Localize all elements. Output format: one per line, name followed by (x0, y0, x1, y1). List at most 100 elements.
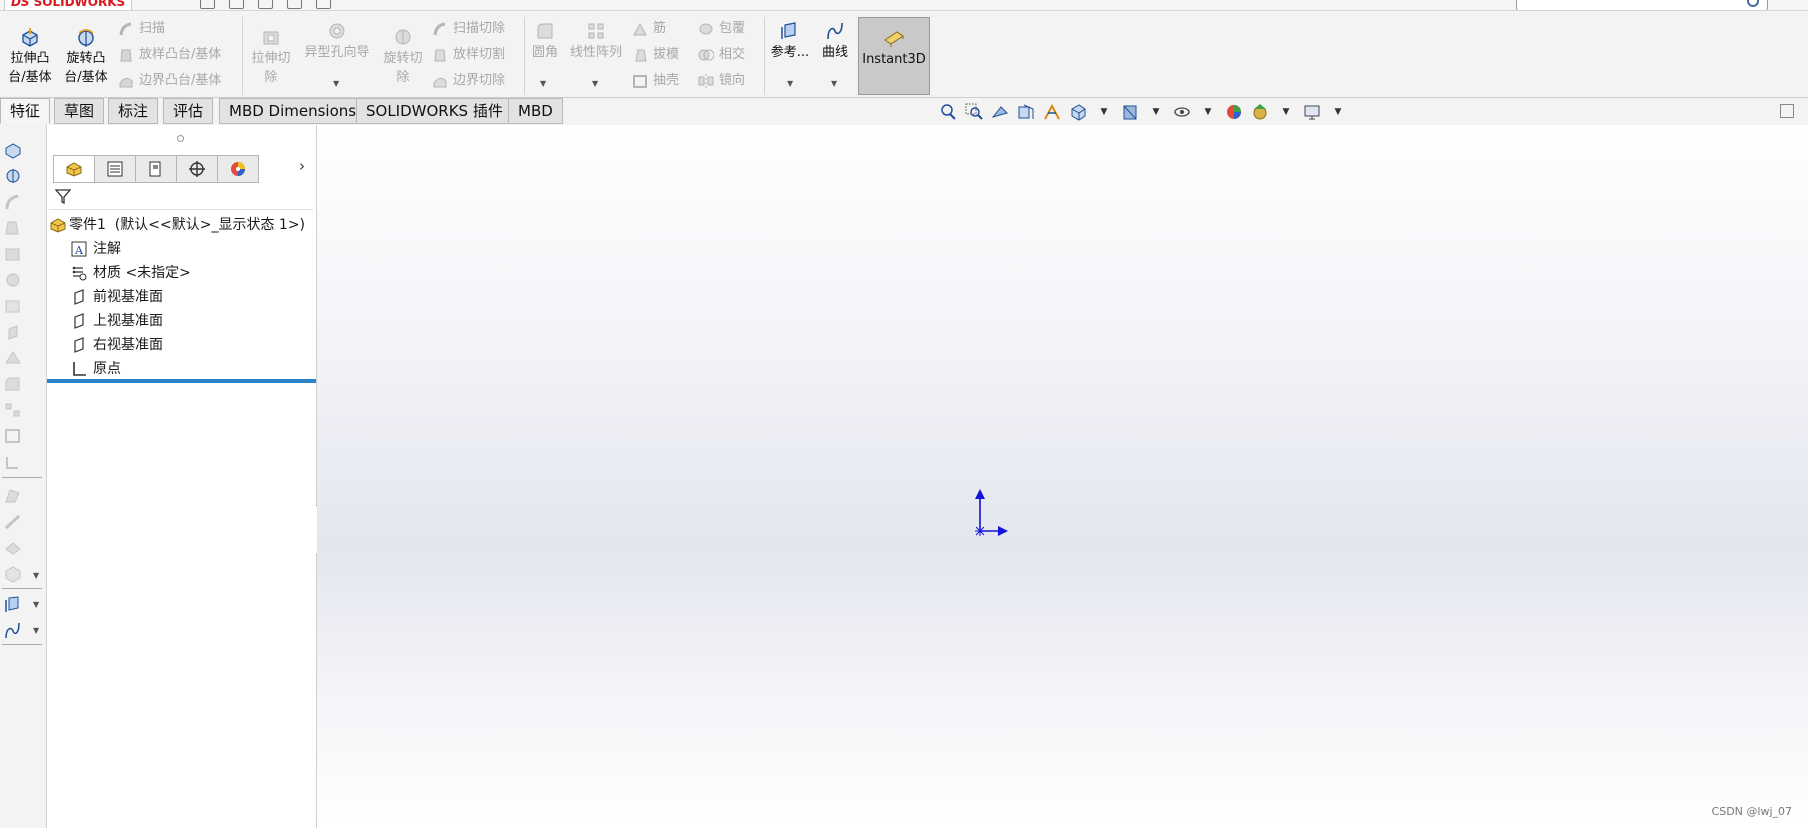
tree-item-part-root[interactable]: 零件1 (默认<<默认>_显示状态 1>) (49, 214, 305, 236)
revolve-boss-icon[interactable] (3, 167, 23, 185)
sweep-icon[interactable] (3, 193, 23, 211)
filter-icon[interactable] (55, 188, 71, 204)
extrude-boss-button[interactable]: 拉伸凸 台/基体 (4, 27, 56, 87)
view-settings-dropdown-icon[interactable]: ▼ (1328, 103, 1348, 121)
boundary-boss-button[interactable]: 边界凸台/基体 (118, 71, 221, 91)
loft-boss-icon[interactable] (3, 219, 23, 237)
more-tabs-chevron-icon[interactable]: › (299, 157, 305, 175)
mirror-icon[interactable] (3, 565, 23, 583)
rib-button[interactable]: 筋 (632, 19, 666, 39)
hole-wizard-icon[interactable] (3, 271, 23, 289)
hole-wizard-dropdown-icon[interactable]: ▼ (333, 79, 339, 88)
save-icon[interactable] (258, 0, 273, 9)
curves-icon[interactable] (3, 621, 23, 639)
tree-item-material[interactable]: 材质 <未指定> (71, 262, 191, 284)
panel-grip-icon[interactable] (177, 135, 184, 142)
tab-mbd[interactable]: MBD (508, 98, 563, 124)
tab-property-manager[interactable] (94, 155, 136, 183)
reference-dropdown-icon[interactable]: ▼ (787, 79, 793, 88)
more-features-dropdown-icon[interactable]: ▼ (33, 571, 39, 580)
swept-cut-button[interactable]: 扫描切除 (432, 19, 505, 39)
tree-item-origin[interactable]: 原点 (71, 358, 121, 380)
rib-icon[interactable] (3, 513, 23, 531)
zoom-to-fit-icon[interactable] (938, 103, 958, 121)
boundary-cut-button[interactable]: 边界切除 (432, 71, 505, 91)
apply-scene-dropdown-icon[interactable]: ▼ (1276, 103, 1296, 121)
tree-filter[interactable] (49, 183, 313, 210)
display-style-dropdown-icon[interactable]: ▼ (1146, 103, 1166, 121)
zoom-to-area-icon[interactable] (964, 103, 984, 121)
hide-show-dropdown-icon[interactable]: ▼ (1198, 103, 1218, 121)
wrap-icon[interactable] (3, 453, 23, 471)
tab-display-manager[interactable] (217, 155, 259, 183)
tree-item-top-plane[interactable]: 上视基准面 (71, 310, 163, 332)
tree-item-front-plane[interactable]: 前视基准面 (71, 286, 163, 308)
hole-wizard-button[interactable]: 异型孔向导 (300, 21, 374, 62)
shell-icon[interactable] (3, 427, 23, 445)
apply-scene-icon[interactable] (1250, 103, 1270, 121)
reference-geometry-icon[interactable] (3, 595, 23, 613)
reference-dropdown-icon[interactable]: ▼ (33, 600, 39, 609)
curves-dropdown-icon[interactable]: ▼ (33, 626, 39, 635)
new-file-icon[interactable] (200, 0, 215, 9)
tab-dimxpert-manager[interactable] (176, 155, 218, 183)
print-icon[interactable] (287, 0, 302, 9)
sweep-button[interactable]: 扫描 (118, 19, 165, 39)
section-view-icon[interactable] (1016, 103, 1036, 121)
fillet-button[interactable]: 圆角 (528, 21, 562, 62)
view-orientation-dropdown-icon[interactable]: ▼ (1094, 103, 1114, 121)
tree-item-right-plane[interactable]: 右视基准面 (71, 334, 163, 356)
curves-button[interactable]: 曲线 (816, 21, 854, 62)
wrap-button[interactable]: 包覆 (698, 19, 745, 39)
view-settings-icon[interactable] (1302, 103, 1322, 121)
previous-view-icon[interactable] (990, 103, 1010, 121)
tab-sketch[interactable]: 草图 (54, 98, 105, 124)
solidworks-logo[interactable]: DS SOLIDWORKS (4, 0, 133, 10)
view-orientation-icon[interactable] (1068, 103, 1088, 121)
search-input[interactable] (1516, 0, 1768, 10)
fillet-icon[interactable] (3, 375, 23, 393)
tab-evaluate[interactable]: 评估 (163, 98, 214, 124)
collapse-panel-icon[interactable] (1780, 104, 1794, 118)
intersect-icon[interactable] (3, 539, 23, 557)
shell-button[interactable]: 抽壳 (632, 71, 679, 91)
hide-show-items-icon[interactable] (1172, 103, 1192, 121)
revolve-boss-button[interactable]: 旋转凸 台/基体 (60, 27, 112, 87)
curves-dropdown-icon[interactable]: ▼ (831, 79, 837, 88)
display-style-icon[interactable] (1120, 103, 1140, 121)
linear-pattern-dropdown-icon[interactable]: ▼ (592, 79, 598, 88)
mirror-button[interactable]: 镜向 (698, 71, 745, 91)
draft-icon[interactable] (3, 487, 23, 505)
extrude-cut-button[interactable]: 拉伸切 除 (248, 27, 294, 87)
revolve-cut-button[interactable]: 旋转切 除 (380, 27, 426, 87)
extrude-cut-icon[interactable] (3, 245, 23, 263)
instant3d-button[interactable]: Instant3D (858, 17, 930, 95)
tab-markup[interactable]: 标注 (108, 98, 159, 124)
revolve-cut-icon[interactable] (3, 297, 23, 315)
undo-icon[interactable] (316, 0, 331, 9)
tab-mbd-dimensions[interactable]: MBD Dimensions (219, 98, 367, 124)
rollback-bar[interactable] (47, 379, 316, 383)
tab-features[interactable]: 特征 (0, 98, 51, 124)
swept-cut-icon[interactable] (3, 323, 23, 341)
lofted-cut-icon[interactable] (3, 349, 23, 367)
open-file-icon[interactable] (229, 0, 244, 9)
fillet-dropdown-icon[interactable]: ▼ (540, 79, 546, 88)
intersect-button[interactable]: 相交 (698, 45, 745, 65)
search-icon[interactable] (1747, 0, 1759, 7)
tab-solidworks-addins[interactable]: SOLIDWORKS 插件 (356, 98, 513, 124)
loft-boss-button[interactable]: 放样凸台/基体 (118, 45, 221, 65)
lofted-cut-button[interactable]: 放样切割 (432, 45, 505, 65)
draft-button[interactable]: 拔模 (632, 45, 679, 65)
graphics-area[interactable]: CSDN @lwj_07 (317, 125, 1808, 828)
extrude-boss-icon[interactable] (3, 141, 23, 159)
reference-geometry-button[interactable]: 参考... (768, 21, 812, 62)
tab-feature-tree[interactable] (53, 155, 95, 183)
hole-wizard-icon (329, 23, 345, 39)
dynamic-annotation-icon[interactable] (1042, 103, 1062, 121)
linear-pattern-button[interactable]: 线性阵列 (566, 21, 626, 62)
linear-pattern-icon[interactable] (3, 401, 23, 419)
tree-item-annotations[interactable]: A 注解 (71, 238, 121, 260)
edit-appearance-icon[interactable] (1224, 103, 1244, 121)
tab-configuration-manager[interactable] (135, 155, 177, 183)
